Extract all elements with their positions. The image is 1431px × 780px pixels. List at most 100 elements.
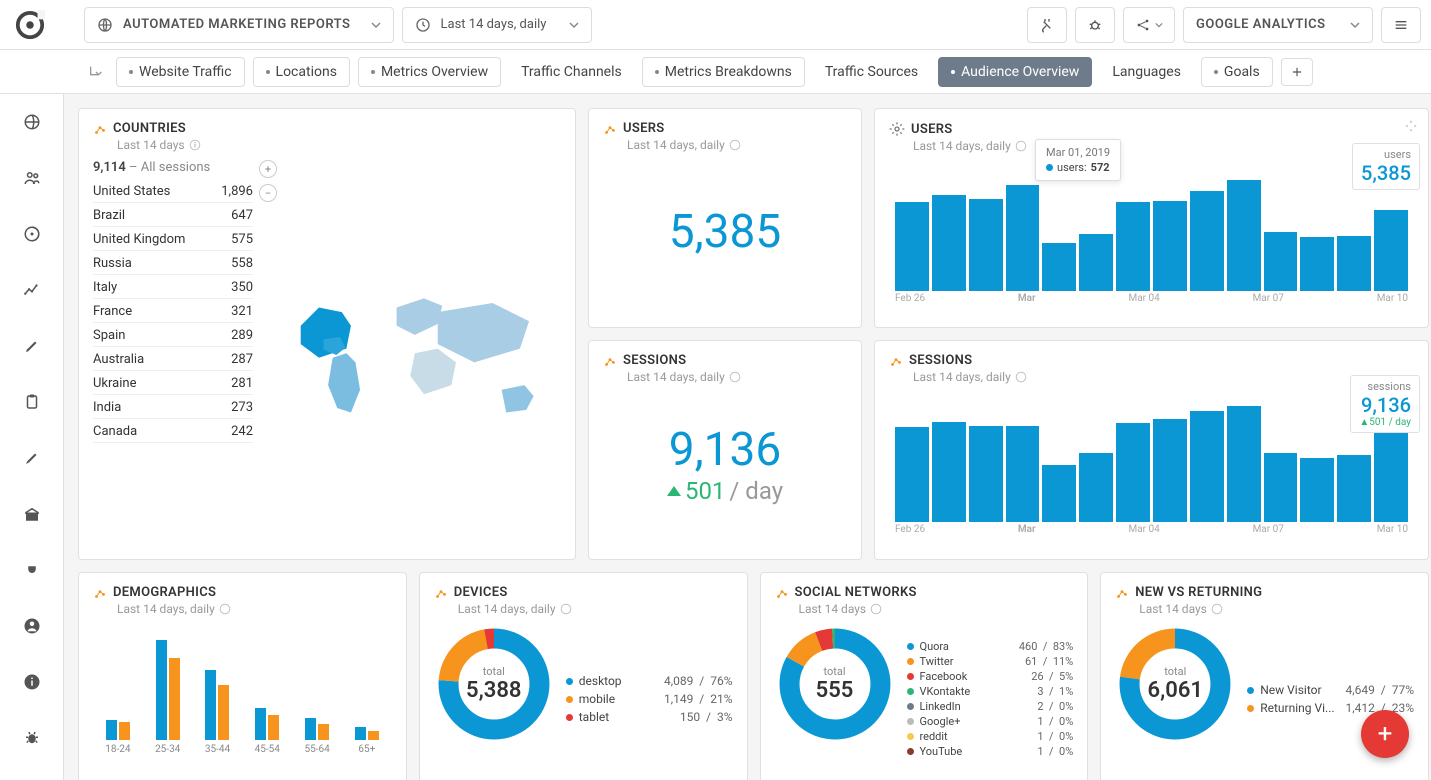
nav-clipboard[interactable] [12,386,52,418]
tab-locations[interactable]: Locations [253,57,350,87]
gear-icon[interactable] [889,121,905,137]
bar [1300,458,1334,522]
country-row[interactable]: Brazil 647 [93,203,253,227]
nav-target[interactable] [12,218,52,250]
country-row[interactable]: Ukraine281 [93,371,253,395]
tab-metrics-breakdowns[interactable]: Metrics Breakdowns [642,57,805,87]
tab-traffic-channels[interactable]: Traffic Channels [509,58,634,86]
nav-people[interactable] [12,162,52,194]
social-legend: Quora460 / 83%Twitter61 / 11%Facebook26 … [907,624,1074,774]
card-title: DEVICES [454,585,508,600]
info-icon [729,139,741,151]
plug-button[interactable] [1027,7,1067,43]
nav-info[interactable] [12,666,52,698]
app-logo[interactable] [12,7,48,43]
info-icon [1015,371,1027,383]
donut-total: 555 [816,678,854,703]
nav-bank[interactable] [12,498,52,530]
tab-audience-overview[interactable]: Audience Overview [938,57,1092,87]
card-sessions-chart: SESSIONS Last 14 days, daily sessions 9,… [874,340,1429,560]
legend-dot [907,733,914,740]
report-label: AUTOMATED MARKETING REPORTS [123,17,351,32]
pencil-icon [23,337,41,355]
tab-website-traffic[interactable]: Website Traffic [116,57,245,87]
legend-row: desktop 4,089 / 76% [566,674,733,688]
collapse-button[interactable]: − [259,184,277,202]
tab-label: Website Traffic [139,64,232,80]
share-button[interactable] [1123,7,1175,43]
demo-label: 25-34 [147,744,189,755]
sessions-delta: 501 [685,477,725,505]
chip-delta: ▲501 / day [1359,417,1411,428]
country-row[interactable]: United Kingdom575 [93,227,253,251]
tab-traffic-sources[interactable]: Traffic Sources [813,58,930,86]
chevron-down-icon [1155,21,1163,29]
tab-label: Languages [1112,64,1181,80]
country-name: United Kingdom [93,232,185,247]
sessions-delta-suffix: / day [729,477,783,505]
country-row[interactable]: Spain289 [93,323,253,347]
legend-name: Returning Vi... [1260,701,1339,715]
x-tick: Mar 10 [1377,293,1408,311]
tab-languages[interactable]: Languages [1100,58,1193,86]
expand-button[interactable]: + [259,160,277,178]
card-title: SOCIAL NETWORKS [795,585,917,600]
legend-numbers: 1 / 0% [1037,730,1073,743]
country-name: Spain [93,328,125,343]
move-icon[interactable] [1404,119,1418,133]
chip-label: sessions [1359,380,1411,393]
bar [1264,232,1298,291]
legend-numbers: 460 / 83% [1019,640,1073,653]
legend-dot [907,643,914,650]
country-row[interactable]: Australia287 [93,347,253,371]
sessions-chip: sessions 9,136 ▲501 / day [1350,375,1420,433]
users-barchart: Feb 26MarMar 04Mar 07Mar 10 [889,161,1414,311]
legend-numbers: 1,149 / 21% [664,692,732,706]
card-demographics: DEMOGRAPHICS Last 14 days, daily 18-2425… [78,572,407,780]
legend-name: VKontakte [920,685,1032,698]
daterange-dropdown[interactable]: Last 14 days, daily [402,7,592,43]
bar [1374,430,1408,522]
up-triangle-icon [667,486,681,496]
tooltip-date: Mar 01, 2019 [1046,146,1110,159]
country-row[interactable]: India273 [93,395,253,419]
user-icon [23,617,41,635]
nav-account[interactable] [12,610,52,642]
breadcrumb-icon [88,64,104,80]
bug-button[interactable] [1075,7,1115,43]
info-icon [23,673,41,691]
legend-numbers: 4,089 / 76% [664,674,732,688]
legend-row: tablet150 / 3% [566,710,733,724]
legend-row: YouTube1 / 0% [907,745,1074,758]
account-dropdown[interactable]: GOOGLE ANALYTICS [1183,7,1373,43]
country-value: 647 [231,208,253,223]
nav-edit[interactable] [12,330,52,362]
country-row[interactable]: France321 [93,299,253,323]
nav-plug[interactable] [12,554,52,586]
bug-icon [1087,17,1103,33]
legend-name: YouTube [920,745,1032,758]
card-title: USERS [623,121,665,136]
legend-name: desktop [579,674,658,688]
brush-icon [23,449,41,467]
nav-globe[interactable] [12,106,52,138]
nav-trend[interactable] [12,274,52,306]
country-name: Brazil [93,208,125,223]
bar [1116,202,1150,291]
daterange-label: Last 14 days, daily [441,17,547,32]
tab-metrics-overview[interactable]: Metrics Overview [358,57,501,87]
menu-button[interactable] [1381,7,1421,43]
tab-goals[interactable]: Goals [1201,57,1273,87]
country-row[interactable]: Canada242 [93,419,253,443]
add-widget-fab[interactable]: + [1361,710,1409,758]
country-row[interactable]: Russia558 [93,251,253,275]
country-row[interactable]: Italy350 [93,275,253,299]
report-dropdown[interactable]: AUTOMATED MARKETING REPORTS [84,7,394,43]
main-area: COUNTRIES Last 14 days 9,114 – All sessi… [64,94,1431,780]
add-tab-button[interactable] [1281,58,1313,86]
nav-debug[interactable] [12,722,52,754]
country-row[interactable]: United States1,896 [93,179,253,203]
card-subtitle: Last 14 days, daily [117,602,215,616]
nav-brush[interactable] [12,442,52,474]
legend-name: LinkedIn [920,700,1032,713]
